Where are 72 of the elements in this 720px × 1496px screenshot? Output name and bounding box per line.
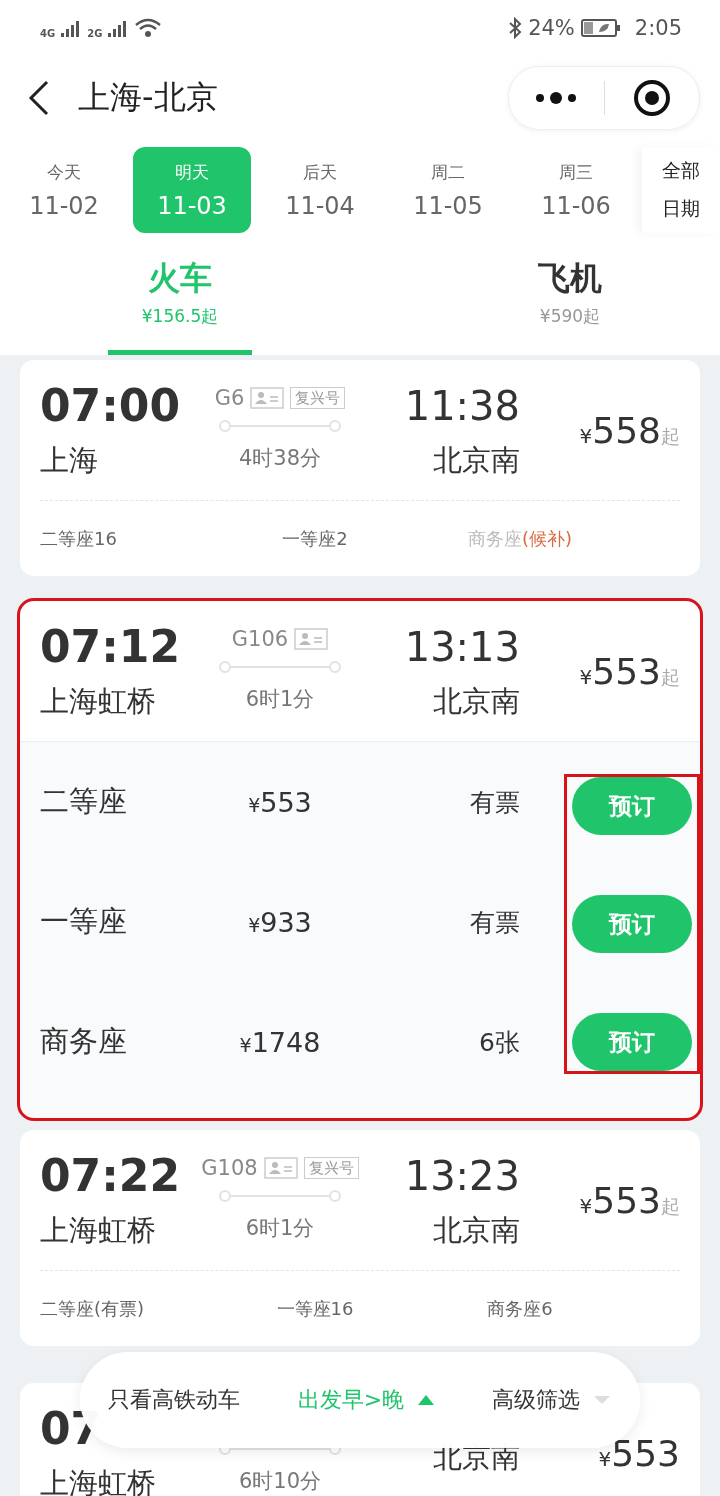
route-line-icon — [218, 1189, 342, 1203]
arrival-time: 11:38 — [404, 382, 520, 431]
seat-availability: 一等座16 — [276, 1296, 354, 1321]
target-icon — [632, 78, 671, 117]
bluetooth-icon — [508, 16, 523, 39]
arrival-station: 北京南 — [433, 683, 520, 720]
departure-station: 上海虹桥 — [40, 683, 156, 720]
id-card-icon — [294, 628, 329, 650]
filter-option[interactable]: 高级筛选 — [492, 1385, 610, 1415]
trip-duration: 6时10分 — [238, 1468, 322, 1495]
trip-duration: 4时38分 — [238, 445, 322, 472]
id-card-icon — [263, 1157, 298, 1179]
seat-price: ¥1748 — [239, 1026, 321, 1058]
signal-icon — [108, 18, 129, 37]
departure-station: 上海 — [40, 442, 98, 479]
departure-time: 07:22 — [40, 1150, 181, 1202]
departure-time: 07:00 — [40, 380, 181, 432]
battery-icon — [580, 17, 621, 38]
seat-availability: 二等座(有票) — [40, 1296, 146, 1321]
arrival-time: 13:23 — [404, 1152, 520, 1201]
date-tab[interactable]: 今天 11-02 — [5, 147, 123, 233]
price-label: ¥553 — [598, 1432, 680, 1474]
departure-station: 上海虹桥 — [40, 1212, 156, 1249]
seat-class: 一等座 — [40, 903, 128, 940]
seat-class: 二等座 — [40, 783, 128, 820]
seat-availability: 商务座(候补) — [467, 526, 572, 551]
arrival-station: 北京南 — [433, 1439, 520, 1476]
seat-class: 商务座 — [40, 1023, 128, 1060]
train-number: G108 — [201, 1156, 258, 1180]
date-tab[interactable]: 后天 11-04 — [261, 147, 379, 233]
seat-price: ¥933 — [248, 906, 312, 938]
battery-percent: 24% — [528, 15, 575, 40]
date-tab[interactable]: 周二 11-05 — [389, 147, 507, 233]
all-dates-button[interactable]: 全部 日期 — [642, 147, 720, 233]
ticket-availability: 有票 — [470, 786, 520, 819]
filter-option[interactable]: 只看高铁动车 — [108, 1385, 240, 1415]
caret-icon — [594, 1396, 610, 1404]
train-type-tag: 复兴号 — [303, 1157, 359, 1179]
page-title: 上海-北京 — [78, 76, 219, 118]
signal-icon — [61, 18, 82, 37]
date-tab[interactable]: 周三 11-06 — [517, 147, 635, 233]
network-label: 2G — [87, 28, 103, 39]
triangle-up-icon — [418, 1395, 435, 1405]
ticket-availability: 6张 — [479, 1026, 520, 1059]
more-icon — [534, 90, 579, 105]
departure-station: 上海虹桥 — [40, 1465, 156, 1496]
trip-duration: 6时1分 — [245, 1215, 315, 1242]
arrival-time: 13:13 — [404, 623, 520, 672]
network-label: 4G — [40, 28, 56, 39]
ticket-availability: 有票 — [470, 906, 520, 939]
seat-price: ¥553 — [248, 786, 312, 818]
train-number: G6 — [214, 386, 245, 410]
clock-time: 2:05 — [634, 15, 682, 40]
train-number: G106 — [231, 627, 289, 651]
departure-time: 07:12 — [40, 621, 181, 673]
train-type-tag: 复兴号 — [290, 387, 346, 409]
id-card-icon — [250, 387, 285, 409]
price-label: ¥558起 — [579, 409, 680, 451]
arrival-station: 北京南 — [433, 442, 520, 479]
departure-time: 07 — [40, 1403, 102, 1455]
seat-availability: 一等座2 — [282, 526, 348, 551]
back-icon[interactable] — [28, 79, 50, 116]
price-label: ¥553起 — [579, 1179, 680, 1221]
seat-availability: 二等座16 — [40, 526, 118, 551]
trip-duration: 6时1分 — [245, 686, 315, 713]
mode-tab[interactable]: 飞机 ¥590起 — [498, 240, 642, 355]
arrival-station: 北京南 — [433, 1212, 520, 1249]
route-line-icon — [218, 660, 342, 674]
price-label: ¥553起 — [579, 650, 680, 692]
route-line-icon — [218, 419, 342, 433]
wifi-icon — [134, 16, 163, 39]
seat-availability: 商务座6 — [487, 1296, 553, 1321]
